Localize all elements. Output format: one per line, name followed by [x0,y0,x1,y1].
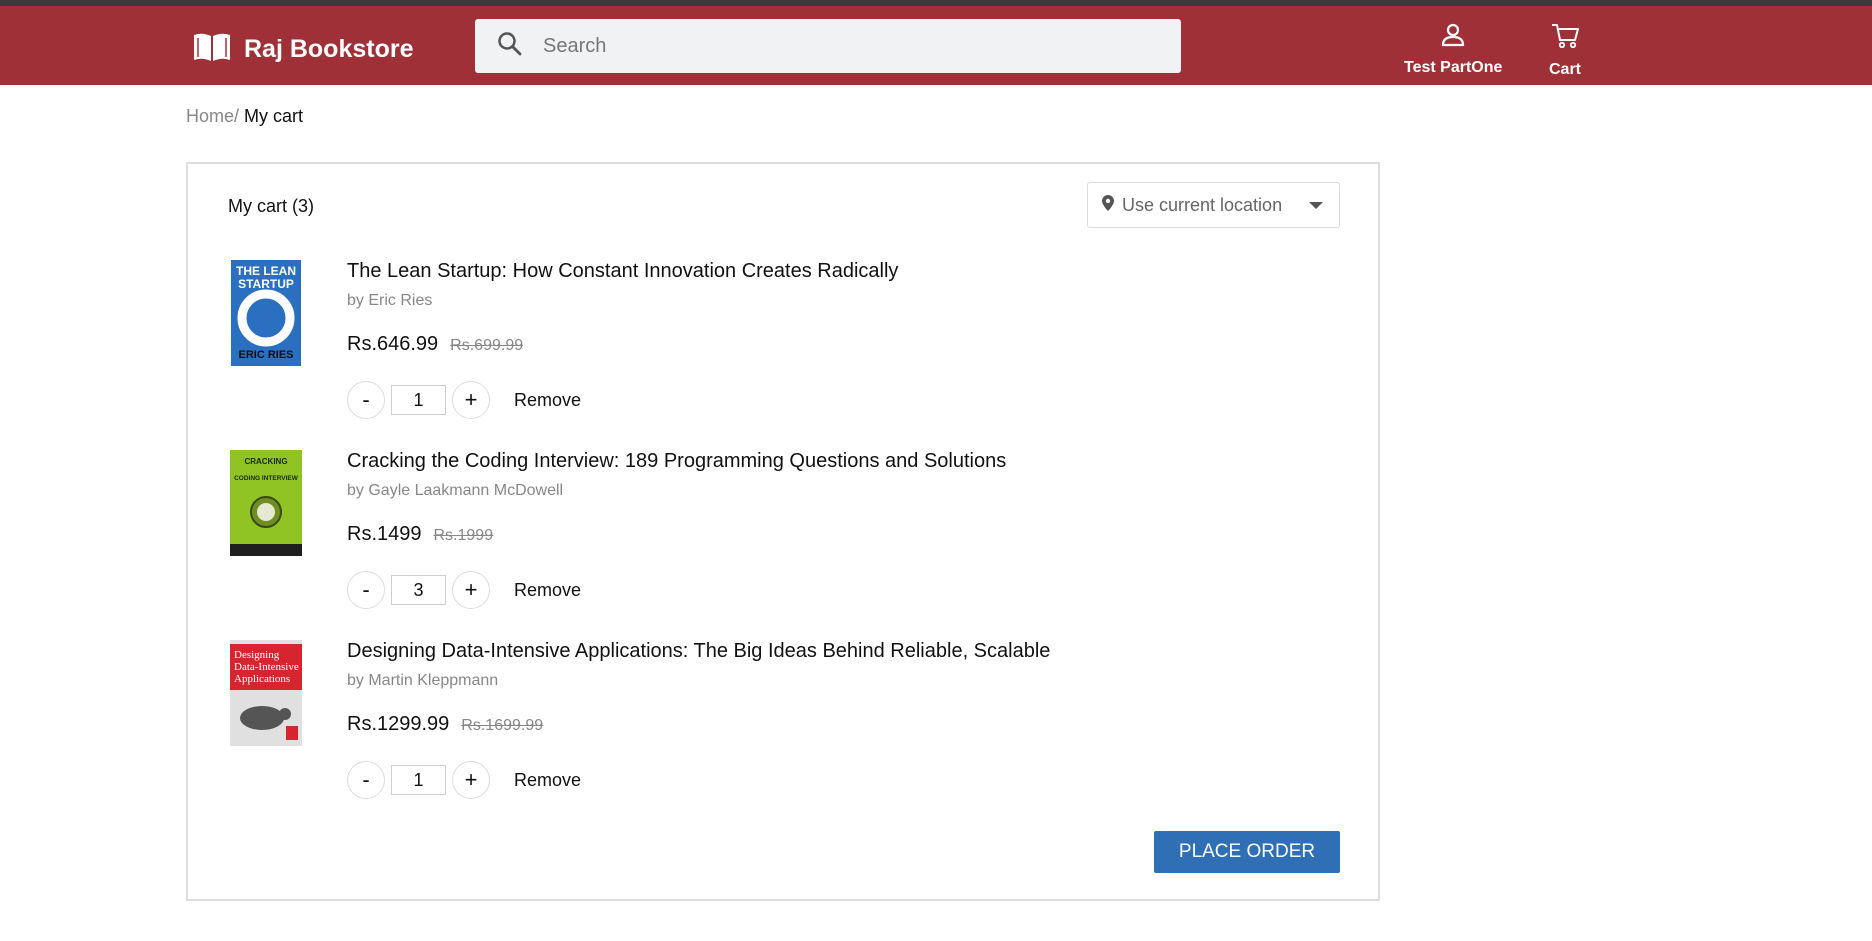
search-input[interactable] [543,34,1143,58]
caret-down-icon [1309,202,1323,209]
quantity-stepper: - + Remove [347,761,581,799]
quantity-stepper: - + Remove [347,381,581,419]
remove-item-button[interactable]: Remove [514,390,581,411]
profile-label: Test PartOne [1404,59,1503,76]
brand-name: Raj Bookstore [244,35,414,63]
breadcrumb-separator: / [234,106,240,126]
cover-text: STARTUP [238,277,294,291]
increase-quantity-button[interactable]: + [452,381,490,419]
item-title[interactable]: Designing Data-Intensive Applications: T… [347,640,1050,663]
search-icon [475,31,523,62]
search-bar[interactable] [475,19,1181,73]
cover-text: CRACKING [244,457,287,466]
app-header: Raj Bookstore Test PartOne Cart [0,6,1872,85]
book-cover-image[interactable]: THE LEAN STARTUP ERIC RIES [228,260,304,366]
cover-text: Designing [234,649,280,661]
book-cover-image[interactable]: Designing Data-Intensive Applications [228,640,304,746]
profile-button[interactable]: Test PartOne [1404,22,1502,77]
item-author: by Eric Ries [347,292,433,309]
decrease-quantity-button[interactable]: - [347,381,385,419]
user-icon [1440,22,1466,53]
item-price: Rs.1299.99 [347,713,450,735]
book-icon [192,31,232,68]
quantity-input[interactable] [391,575,446,605]
item-title[interactable]: The Lean Startup: How Constant Innovatio… [347,260,898,283]
item-price: Rs.1499 [347,523,422,545]
item-prices: Rs.1499 Rs.1999 [347,523,1006,546]
item-info: Designing Data-Intensive Applications: T… [347,640,1050,736]
item-info: Cracking the Coding Interview: 189 Progr… [347,450,1006,546]
cart-item: Designing Data-Intensive Applications De… [228,640,1328,830]
cart-panel: My cart (3) Use current location THE LEA… [186,162,1380,901]
item-price: Rs.646.99 [347,333,439,355]
item-original-price: Rs.699.99 [450,337,524,354]
map-pin-icon [1102,194,1114,216]
item-info: The Lean Startup: How Constant Innovatio… [347,260,898,356]
increase-quantity-button[interactable]: + [452,761,490,799]
brand-logo[interactable]: Raj Bookstore [192,31,413,68]
increase-quantity-button[interactable]: + [452,571,490,609]
cart-item: CRACKING CODING INTERVIEW Cracking the C… [228,450,1328,640]
cart-label: Cart [1549,61,1582,78]
breadcrumb-current: My cart [244,106,304,126]
cover-text: THE LEAN [236,264,296,278]
decrease-quantity-button[interactable]: - [347,571,385,609]
cover-text: Applications [234,673,290,685]
cover-text: CODING INTERVIEW [234,475,299,482]
book-cover-image[interactable]: CRACKING CODING INTERVIEW [228,450,304,556]
location-label: Use current location [1122,194,1283,215]
cart-item: THE LEAN STARTUP ERIC RIES The Lean Star… [228,260,1328,450]
quantity-input[interactable] [391,765,446,795]
item-prices: Rs.1299.99 Rs.1699.99 [347,713,1050,736]
item-author: by Gayle Laakmann McDowell [347,482,564,499]
item-original-price: Rs.1999 [433,527,494,544]
cart-button[interactable]: Cart [1549,22,1581,79]
item-title[interactable]: Cracking the Coding Interview: 189 Progr… [347,450,1006,473]
decrease-quantity-button[interactable]: - [347,761,385,799]
cart-icon [1550,22,1580,55]
item-author: by Martin Kleppmann [347,672,499,689]
cart-title: My cart (3) [228,196,315,216]
cover-text: ERIC RIES [238,349,293,361]
cover-text: Data-Intensive [234,661,299,673]
item-original-price: Rs.1699.99 [461,717,544,734]
breadcrumb-home[interactable]: Home [186,106,234,126]
quantity-input[interactable] [391,385,446,415]
place-order-button[interactable]: PLACE ORDER [1154,831,1340,873]
breadcrumb: Home/ My cart [186,106,303,127]
remove-item-button[interactable]: Remove [514,770,581,791]
location-dropdown[interactable]: Use current location [1087,182,1340,228]
item-prices: Rs.646.99 Rs.699.99 [347,333,898,356]
remove-item-button[interactable]: Remove [514,580,581,601]
quantity-stepper: - + Remove [347,571,581,609]
